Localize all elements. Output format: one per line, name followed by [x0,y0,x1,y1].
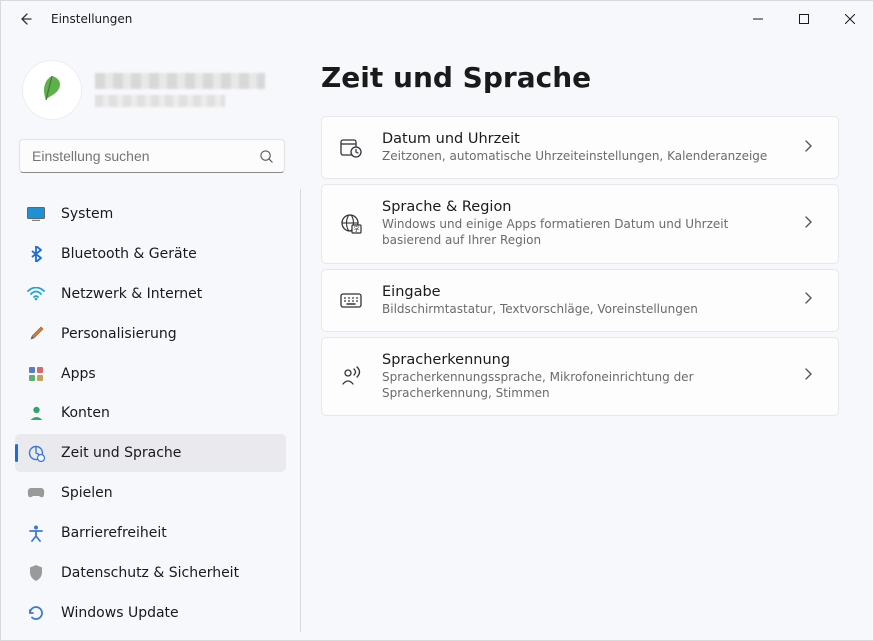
sidebar-item-label: System [61,206,113,222]
chevron-right-icon [804,368,820,384]
minimize-button[interactable] [735,3,781,35]
sidebar: System Bluetooth & Geräte Netzwerk & Int… [1,37,301,640]
sidebar-item-network[interactable]: Netzwerk & Internet [15,275,286,313]
chevron-right-icon [804,292,820,308]
card-date-time[interactable]: Datum und Uhrzeit Zeitzonen, automatisch… [321,116,839,179]
card-desc: Bildschirmtastatur, Textvorschläge, Vore… [382,301,784,317]
sidebar-item-privacy[interactable]: Datenschutz & Sicherheit [15,554,286,592]
sidebar-item-label: Zeit und Sprache [61,445,181,461]
sidebar-item-label: Datenschutz & Sicherheit [61,565,239,581]
search-box[interactable] [19,139,285,173]
main-content: Zeit und Sprache Datum und Uhrzeit Zeitz… [301,37,873,640]
sidebar-item-accessibility[interactable]: Barrierefreiheit [15,514,286,552]
apps-icon [27,365,45,383]
profile-name-redacted [95,73,265,89]
sidebar-item-time-language[interactable]: Zeit und Sprache [15,434,286,472]
svg-text:字: 字 [353,225,359,233]
search-icon [259,149,274,164]
display-icon [27,205,45,223]
sidebar-item-label: Personalisierung [61,326,177,342]
bluetooth-icon [27,245,45,263]
arrow-left-icon [17,11,33,27]
globe-language-icon: 字 [340,213,362,235]
close-button[interactable] [827,3,873,35]
card-title: Spracherkennung [382,352,784,368]
avatar [23,61,81,119]
sidebar-item-label: Spielen [61,485,113,501]
chevron-right-icon [804,216,820,232]
shield-icon [27,564,45,582]
globe-clock-icon [27,444,45,462]
sidebar-item-label: Netzwerk & Internet [61,286,202,302]
search-input[interactable] [30,147,259,165]
nav-list: System Bluetooth & Geräte Netzwerk & Int… [15,189,301,632]
back-button[interactable] [9,3,41,35]
calendar-clock-icon [340,137,362,159]
profile-text [95,73,293,107]
sidebar-item-apps[interactable]: Apps [15,355,286,393]
maximize-button[interactable] [781,3,827,35]
gamepad-icon [27,484,45,502]
card-text: Spracherkennung Spracherkennungssprache,… [382,352,784,401]
card-text: Datum und Uhrzeit Zeitzonen, automatisch… [382,131,784,164]
accessibility-icon [27,524,45,542]
card-text: Eingabe Bildschirmtastatur, Textvorschlä… [382,284,784,317]
sidebar-item-gaming[interactable]: Spielen [15,474,286,512]
profile-sub-redacted [95,95,225,107]
sidebar-item-bluetooth[interactable]: Bluetooth & Geräte [15,235,286,273]
person-icon [27,404,45,422]
card-title: Datum und Uhrzeit [382,131,784,147]
card-typing[interactable]: Eingabe Bildschirmtastatur, Textvorschlä… [321,269,839,332]
card-language-region[interactable]: 字 Sprache & Region Windows und einige Ap… [321,184,839,263]
settings-window: Einstellungen [0,0,874,641]
card-title: Sprache & Region [382,199,784,215]
page-title: Zeit und Sprache [321,61,839,94]
sidebar-item-system[interactable]: System [15,195,286,233]
keyboard-icon [340,289,362,311]
profile-section[interactable] [15,45,301,139]
sidebar-item-label: Apps [61,366,96,382]
card-desc: Windows und einige Apps formatieren Datu… [382,216,784,248]
minimize-icon [753,14,763,24]
window-title: Einstellungen [51,12,132,26]
card-text: Sprache & Region Windows und einige Apps… [382,199,784,248]
sidebar-item-label: Bluetooth & Geräte [61,246,197,262]
wifi-icon [27,285,45,303]
chevron-right-icon [804,140,820,156]
sidebar-item-accounts[interactable]: Konten [15,395,286,433]
maximize-icon [799,14,809,24]
sidebar-item-windows-update[interactable]: Windows Update [15,594,286,632]
card-speech[interactable]: Spracherkennung Spracherkennungssprache,… [321,337,839,416]
sidebar-item-label: Barrierefreiheit [61,525,167,541]
update-icon [27,604,45,622]
close-icon [845,14,855,24]
sidebar-item-personalization[interactable]: Personalisierung [15,315,286,353]
window-controls [735,3,873,35]
sidebar-item-label: Konten [61,405,110,421]
card-desc: Spracherkennungssprache, Mikrofoneinrich… [382,369,784,401]
brush-icon [27,325,45,343]
card-title: Eingabe [382,284,784,300]
card-desc: Zeitzonen, automatische Uhrzeiteinstellu… [382,148,784,164]
leaf-icon [34,72,70,108]
titlebar: Einstellungen [1,1,873,37]
speech-icon [340,365,362,387]
sidebar-item-label: Windows Update [61,605,179,621]
